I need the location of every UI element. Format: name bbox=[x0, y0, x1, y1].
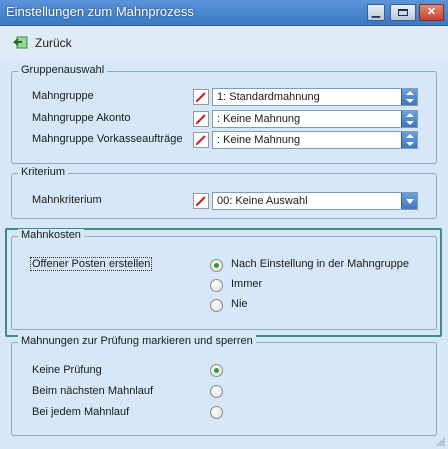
group-mahnkosten: Mahnkosten Offener Posten erstellen Nach… bbox=[11, 229, 437, 330]
close-icon: ✕ bbox=[426, 6, 437, 18]
combo-mahnkriterium-value: 00: Keine Auswahl bbox=[217, 195, 308, 207]
offener-posten-checkbox-label[interactable]: Offener Posten erstellen bbox=[30, 257, 153, 271]
edit-mahngruppe-vorkasse-icon[interactable] bbox=[193, 132, 209, 148]
label-mahnkriterium: Mahnkriterium bbox=[32, 194, 102, 206]
legend-kriterium: Kriterium bbox=[18, 166, 69, 178]
back-arrow-icon bbox=[13, 36, 28, 49]
minimize-icon: ▁ bbox=[371, 6, 381, 18]
combo-mahngruppe-value: 1: Standardmahnung bbox=[217, 91, 320, 103]
restore-button[interactable] bbox=[390, 4, 416, 21]
label-nie: Nie bbox=[231, 298, 248, 310]
legend-pruefung: Mahnungen zur Prüfung markieren und sper… bbox=[18, 335, 256, 347]
radio-selected-dot bbox=[214, 368, 219, 373]
label-mahngruppe-akonto: Mahngruppe Akonto bbox=[32, 112, 131, 124]
back-button[interactable]: Zurück bbox=[13, 34, 83, 52]
combo-mahngruppe[interactable]: 1: Standardmahnung bbox=[212, 88, 418, 106]
radio-immer[interactable] bbox=[210, 279, 223, 292]
label-keine-pruefung: Keine Prüfung bbox=[32, 364, 102, 376]
spinner-icon[interactable] bbox=[401, 111, 417, 127]
spinner-icon[interactable] bbox=[401, 132, 417, 148]
group-pruefung: Mahnungen zur Prüfung markieren und sper… bbox=[11, 335, 437, 436]
dialog-content: Gruppenauswahl Mahngruppe 1: Standardmah… bbox=[0, 60, 448, 449]
label-nach-einstellung: Nach Einstellung in der Mahngruppe bbox=[231, 258, 409, 270]
radio-nie[interactable] bbox=[210, 299, 223, 312]
resize-grip-icon[interactable] bbox=[436, 437, 446, 447]
close-button[interactable]: ✕ bbox=[419, 4, 444, 21]
radio-keine-pruefung[interactable] bbox=[210, 364, 223, 377]
edit-mahngruppe-akonto-icon[interactable] bbox=[193, 111, 209, 127]
combo-mahngruppe-akonto[interactable]: : Keine Mahnung bbox=[212, 110, 418, 128]
radio-selected-dot bbox=[214, 263, 219, 268]
label-jeder-mahnlauf: Bei jedem Mahnlauf bbox=[32, 406, 130, 418]
combo-mahngruppe-akonto-value: : Keine Mahnung bbox=[217, 113, 301, 125]
combo-mahngruppe-vorkasse-value: : Keine Mahnung bbox=[217, 134, 301, 146]
label-mahngruppe: Mahngruppe bbox=[32, 90, 94, 102]
radio-nach-einstellung[interactable] bbox=[210, 259, 223, 272]
edit-mahngruppe-icon[interactable] bbox=[193, 89, 209, 105]
back-label: Zurück bbox=[35, 36, 72, 50]
restore-icon bbox=[398, 9, 408, 16]
title-bar: Einstellungen zum Mahnprozess ▁ ✕ bbox=[0, 0, 448, 26]
label-mahngruppe-vorkasse: Mahngruppe Vorkasseaufträge bbox=[32, 133, 183, 145]
toolbar: Zurück bbox=[0, 26, 448, 60]
window-title: Einstellungen zum Mahnprozess bbox=[6, 4, 194, 19]
group-kriterium: Kriterium Mahnkriterium 00: Keine Auswah… bbox=[11, 166, 437, 219]
legend-mahnkosten: Mahnkosten bbox=[18, 229, 84, 241]
radio-jeder-mahnlauf[interactable] bbox=[210, 406, 223, 419]
legend-gruppenauswahl: Gruppenauswahl bbox=[18, 64, 108, 76]
dropdown-arrow-icon[interactable] bbox=[401, 193, 417, 209]
spinner-icon[interactable] bbox=[401, 89, 417, 105]
group-gruppenauswahl: Gruppenauswahl Mahngruppe 1: Standardmah… bbox=[11, 64, 437, 164]
combo-mahnkriterium[interactable]: 00: Keine Auswahl bbox=[212, 192, 418, 210]
combo-mahngruppe-vorkasse[interactable]: : Keine Mahnung bbox=[212, 131, 418, 149]
edit-mahnkriterium-icon[interactable] bbox=[193, 193, 209, 209]
label-naechster-mahnlauf: Beim nächsten Mahnlauf bbox=[32, 385, 154, 397]
label-immer: Immer bbox=[231, 278, 263, 290]
minimize-button[interactable]: ▁ bbox=[367, 4, 385, 21]
radio-naechster-mahnlauf[interactable] bbox=[210, 385, 223, 398]
